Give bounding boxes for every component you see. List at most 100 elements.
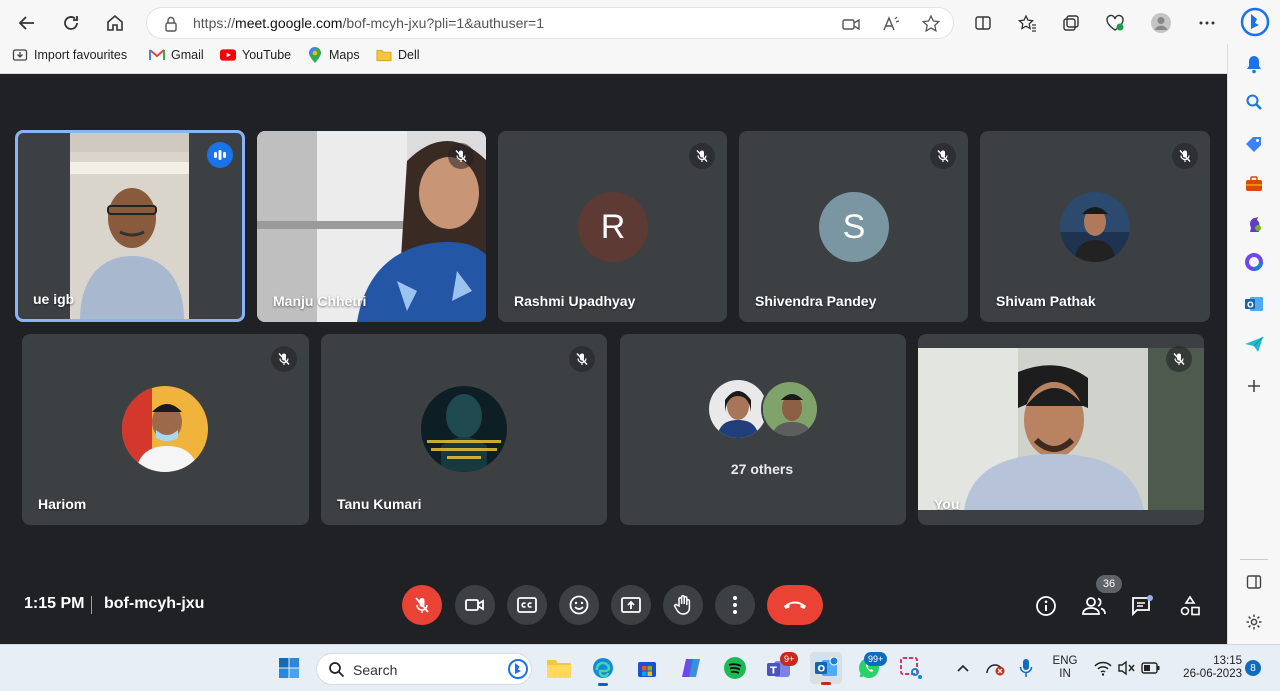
browser-toolbar: https://meet.google.com/bof-mcyh-jxu?pli…	[0, 0, 1280, 74]
sidebar-settings-gear-icon[interactable]	[1242, 610, 1266, 634]
self-video	[918, 348, 1204, 510]
back-arrow-icon	[18, 16, 34, 30]
browser-essentials-icon[interactable]	[1102, 10, 1128, 36]
battery-icon[interactable]	[1138, 655, 1164, 681]
snipping-tool-icon[interactable]	[898, 655, 924, 681]
mic-off-icon	[415, 597, 429, 613]
participant-video	[70, 132, 189, 320]
input-language[interactable]: ENG IN	[1048, 655, 1082, 681]
wifi-icon[interactable]	[1090, 655, 1116, 681]
microsoft-365-icon[interactable]	[1242, 250, 1266, 274]
address-bar[interactable]: https://meet.google.com/bof-mcyh-jxu?pli…	[146, 7, 954, 39]
teams-icon[interactable]: T 9+	[766, 652, 799, 681]
svg-text:O: O	[818, 665, 826, 675]
spotify-icon[interactable]	[722, 655, 748, 681]
bookmark-gmail[interactable]: Gmail	[149, 47, 204, 63]
meeting-details-button[interactable]	[1033, 593, 1059, 619]
microsoft-store-icon[interactable]	[634, 655, 660, 681]
favorites-icon[interactable]	[1014, 10, 1040, 36]
camera-toggle-button[interactable]	[455, 585, 495, 625]
home-button[interactable]	[100, 8, 130, 38]
profile-avatar[interactable]	[1148, 10, 1174, 36]
copilot-icon[interactable]	[678, 655, 704, 681]
bookmark-dell[interactable]: Dell	[376, 47, 420, 63]
outlook-icon[interactable]: O	[1242, 292, 1266, 316]
system-clock[interactable]: 13:15 26-06-2023	[1168, 655, 1242, 681]
windows-taskbar: Search T 9+ O 99+ ENG IN 13:15 26-06-202…	[0, 644, 1280, 691]
participant-tile-self[interactable]: You	[918, 334, 1204, 525]
youtube-icon	[220, 47, 236, 63]
participant-tile-tanu-kumari[interactable]: Tanu Kumari	[321, 334, 607, 525]
mic-toggle-button[interactable]	[402, 585, 442, 625]
video-camera-icon	[465, 599, 484, 611]
closed-captions-icon	[517, 597, 537, 613]
participant-tile-shivam-pathak[interactable]: Shivam Pathak	[980, 131, 1210, 322]
participant-name: You	[934, 496, 960, 512]
microphone-icon[interactable]	[1013, 655, 1039, 681]
participant-tile-ue-igb[interactable]: ue igb	[17, 132, 243, 320]
captions-button[interactable]	[507, 585, 547, 625]
people-button[interactable]	[1081, 593, 1107, 619]
bell-icon[interactable]	[1242, 52, 1266, 76]
participant-tile-others[interactable]: 27 others	[620, 334, 906, 525]
present-screen-icon	[621, 597, 641, 613]
chat-icon	[1132, 595, 1153, 617]
participant-name: Tanu Kumari	[337, 496, 422, 512]
bing-copilot-icon[interactable]	[1239, 6, 1271, 38]
bookmark-import-favourites[interactable]: Import favourites	[12, 47, 127, 63]
games-chess-icon[interactable]	[1242, 212, 1266, 236]
refresh-button[interactable]	[56, 8, 86, 38]
whatsapp-icon[interactable]: 99+	[856, 652, 888, 681]
tools-briefcase-icon[interactable]	[1242, 172, 1266, 196]
shopping-tag-icon[interactable]	[1242, 132, 1266, 156]
present-screen-button[interactable]	[611, 585, 651, 625]
split-screen-icon[interactable]	[970, 10, 996, 36]
reactions-button[interactable]	[559, 585, 599, 625]
show-hidden-icons-chevron-icon[interactable]	[950, 655, 976, 681]
participant-tile-shivendra-pandey[interactable]: S Shivendra Pandey	[739, 131, 968, 322]
send-drop-icon[interactable]	[1242, 332, 1266, 356]
more-menu-icon[interactable]	[1194, 10, 1220, 36]
others-count-label: 27 others	[730, 461, 794, 477]
active-app-indicator	[598, 683, 608, 686]
edge-browser-icon[interactable]	[590, 655, 616, 686]
raise-hand-button[interactable]	[663, 585, 703, 625]
add-sidebar-app-icon[interactable]	[1242, 374, 1266, 398]
activities-button[interactable]	[1177, 593, 1203, 619]
windows-start-icon[interactable]	[276, 655, 302, 681]
sidebar-divider	[1240, 559, 1268, 560]
hide-sidebar-icon[interactable]	[1242, 570, 1266, 594]
gmail-icon	[149, 47, 165, 63]
bookmark-youtube[interactable]: YouTube	[220, 47, 291, 63]
favorite-star-icon[interactable]	[921, 14, 941, 39]
volume-muted-icon[interactable]	[1114, 655, 1140, 681]
participant-tile-rashmi-upadhyay[interactable]: R Rashmi Upadhyay	[498, 131, 727, 322]
avatar	[122, 386, 208, 472]
search-icon[interactable]	[1242, 90, 1266, 114]
info-icon	[1036, 596, 1056, 616]
more-options-button[interactable]	[715, 585, 755, 625]
back-button[interactable]	[12, 8, 42, 38]
collections-icon[interactable]	[1058, 10, 1084, 36]
camera-permission-icon[interactable]	[841, 14, 861, 39]
whatsapp-notification-badge: 99+	[864, 652, 888, 666]
muted-mic-icon	[271, 346, 297, 372]
participant-tile-manju-chhetri[interactable]: Manju Chhetri	[257, 131, 486, 322]
notification-center-badge[interactable]: 8	[1245, 660, 1261, 676]
taskbar-search[interactable]: Search	[316, 653, 532, 685]
hang-up-phone-icon	[784, 601, 806, 609]
read-aloud-icon[interactable]	[881, 14, 901, 39]
participant-name: Shivam Pathak	[996, 293, 1096, 309]
activities-shapes-icon	[1180, 595, 1200, 616]
bookmark-maps[interactable]: Maps	[307, 46, 360, 63]
muted-mic-icon	[569, 346, 595, 372]
avatar: R	[578, 192, 648, 262]
svg-text:T: T	[770, 666, 777, 677]
outlook-taskbar-icon[interactable]: O	[810, 652, 842, 685]
chat-button[interactable]	[1129, 593, 1155, 619]
maps-pin-icon	[307, 46, 323, 63]
participant-tile-hariom[interactable]: Hariom	[22, 334, 309, 525]
file-explorer-icon[interactable]	[546, 655, 572, 681]
network-warning-icon[interactable]	[982, 655, 1008, 681]
leave-call-button[interactable]	[767, 585, 823, 625]
